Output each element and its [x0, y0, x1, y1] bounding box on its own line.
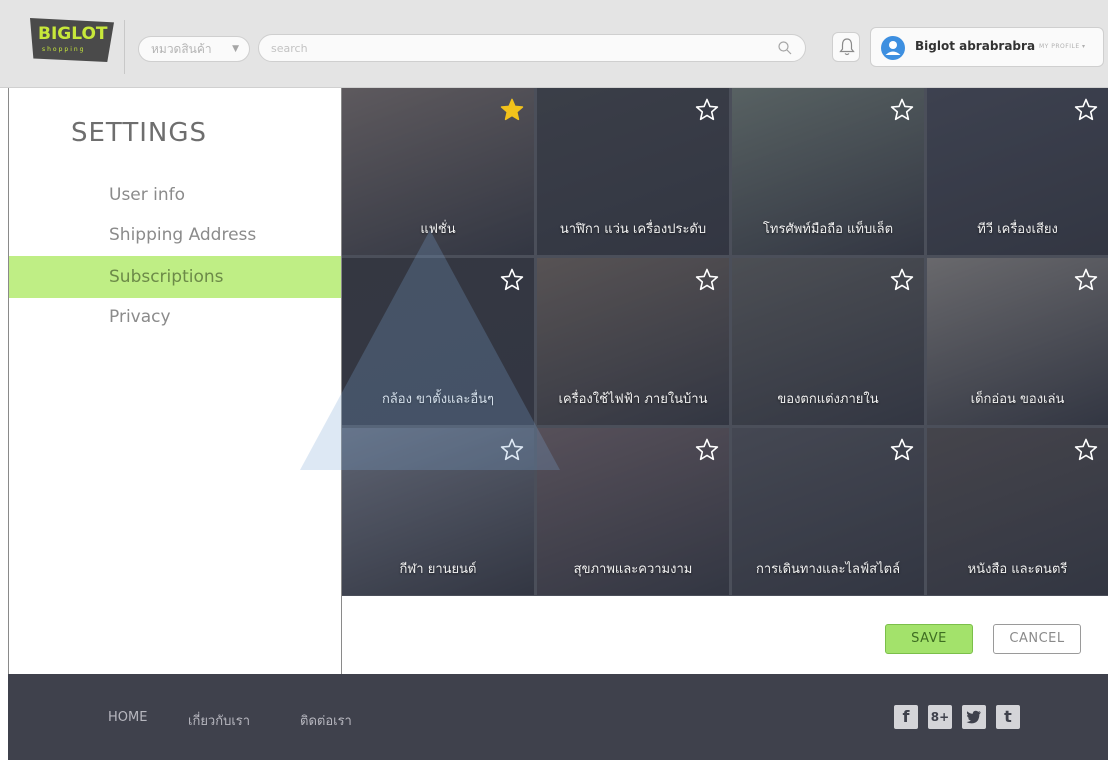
category-tile[interactable]: การเดินทางและไลฟ์สไตล์ — [732, 428, 924, 595]
sidebar-item-subscriptions[interactable]: Subscriptions — [9, 256, 341, 298]
save-button[interactable]: SAVE — [885, 624, 973, 654]
category-label: สุขภาพและความงาม — [573, 562, 693, 577]
category-tile[interactable]: หนังสือ และดนตรี — [927, 428, 1108, 595]
twitter-bird-icon — [966, 710, 981, 724]
star-outline-icon[interactable] — [890, 98, 914, 122]
settings-sidebar: SETTINGS User info Shipping Address Subs… — [8, 88, 342, 674]
biglot-logo[interactable]: BIGLOT shopping — [30, 18, 114, 62]
star-outline-icon[interactable] — [500, 268, 524, 292]
category-label: ทีวี เครื่องเสียง — [977, 222, 1058, 237]
footer-link-home[interactable]: HOME — [108, 710, 147, 725]
bell-icon — [839, 38, 855, 56]
my-profile-label: MY PROFILE — [1039, 43, 1080, 50]
star-outline-icon[interactable] — [695, 268, 719, 292]
category-label: การเดินทางและไลฟ์สไตล์ — [755, 562, 901, 577]
star-outline-icon[interactable] — [1074, 268, 1098, 292]
search-input[interactable] — [271, 39, 771, 57]
category-tile[interactable]: แฟชั่น — [342, 88, 534, 255]
star-outline-icon[interactable] — [695, 98, 719, 122]
sidebar-item-shipping-address[interactable]: Shipping Address — [9, 214, 341, 256]
category-label: หนังสือ และดนตรี — [967, 562, 1068, 577]
star-outline-icon[interactable] — [890, 438, 914, 462]
twitter-icon[interactable] — [962, 705, 986, 729]
category-label: เด็กอ่อน ของเล่น — [970, 392, 1065, 407]
category-label: แฟชั่น — [420, 222, 456, 237]
chevron-down-icon: ▼ — [232, 44, 239, 54]
star-outline-icon[interactable] — [1074, 98, 1098, 122]
category-label: กล้อง ขาตั้งและอื่นๆ — [381, 392, 495, 407]
category-tile[interactable]: สุขภาพและความงาม — [537, 428, 729, 595]
notification-button[interactable] — [832, 32, 860, 62]
star-outline-icon[interactable] — [890, 268, 914, 292]
category-tile[interactable]: นาฬิกา แว่น เครื่องประดับ — [537, 88, 729, 255]
header: BIGLOT shopping หมวดสินค้า ▼ Biglot abra… — [0, 0, 1108, 88]
category-label: นาฬิกา แว่น เครื่องประดับ — [559, 222, 707, 237]
tumblr-icon[interactable]: t — [996, 705, 1020, 729]
footer: HOME เกี่ยวกับเรา ติดต่อเรา f 8+ t — [8, 674, 1108, 760]
category-label: เครื่องใช้ไฟฟ้า ภายในบ้าน — [558, 392, 708, 407]
sidebar-item-user-info[interactable]: User info — [9, 174, 341, 216]
facebook-icon[interactable]: f — [894, 705, 918, 729]
category-label: กีฬา ยานยนต์ — [399, 562, 477, 577]
star-outline-icon[interactable] — [1074, 438, 1098, 462]
star-outline-icon[interactable] — [500, 438, 524, 462]
category-select[interactable]: หมวดสินค้า ▼ — [138, 36, 250, 62]
category-tile[interactable]: กีฬา ยานยนต์ — [342, 428, 534, 595]
search-icon[interactable] — [777, 40, 793, 56]
profile-menu[interactable]: Biglot abrabrabra MY PROFILE ▾ — [870, 27, 1104, 67]
google-plus-icon[interactable]: 8+ — [928, 705, 952, 729]
category-select-label: หมวดสินค้า — [151, 42, 212, 56]
footer-link-about[interactable]: เกี่ยวกับเรา — [188, 710, 250, 731]
star-outline-icon[interactable] — [695, 438, 719, 462]
category-tile[interactable]: โทรศัพท์มือถือ แท็บเล็ต — [732, 88, 924, 255]
sidebar-item-privacy[interactable]: Privacy — [9, 296, 341, 338]
category-tile[interactable]: กล้อง ขาตั้งและอื่นๆ — [342, 258, 534, 425]
footer-link-contact[interactable]: ติดต่อเรา — [300, 710, 352, 731]
category-label: ของตกแต่งภายใน — [777, 392, 879, 407]
search-bar[interactable] — [258, 34, 806, 62]
my-profile-dropdown[interactable]: MY PROFILE ▾ — [1039, 43, 1086, 50]
category-label: โทรศัพท์มือถือ แท็บเล็ต — [762, 222, 894, 237]
category-tile[interactable]: เด็กอ่อน ของเล่น — [927, 258, 1108, 425]
page-title: SETTINGS — [71, 118, 208, 148]
logo-text: BIGLOT — [38, 24, 108, 44]
category-tile[interactable]: ทีวี เครื่องเสียง — [927, 88, 1108, 255]
star-filled-icon[interactable] — [500, 98, 524, 122]
user-name: Biglot abrabrabra — [915, 39, 1036, 53]
category-tile[interactable]: ของตกแต่งภายใน — [732, 258, 924, 425]
cancel-button[interactable]: CANCEL — [993, 624, 1081, 654]
subscription-category-grid: แฟชั่น นาฬิกา แว่น เครื่องประดับ โทรศัพท์ม… — [342, 88, 1108, 596]
logo-subtext: shopping — [42, 46, 86, 53]
header-divider — [124, 20, 125, 74]
avatar-icon — [881, 36, 905, 60]
category-tile[interactable]: เครื่องใช้ไฟฟ้า ภายในบ้าน — [537, 258, 729, 425]
